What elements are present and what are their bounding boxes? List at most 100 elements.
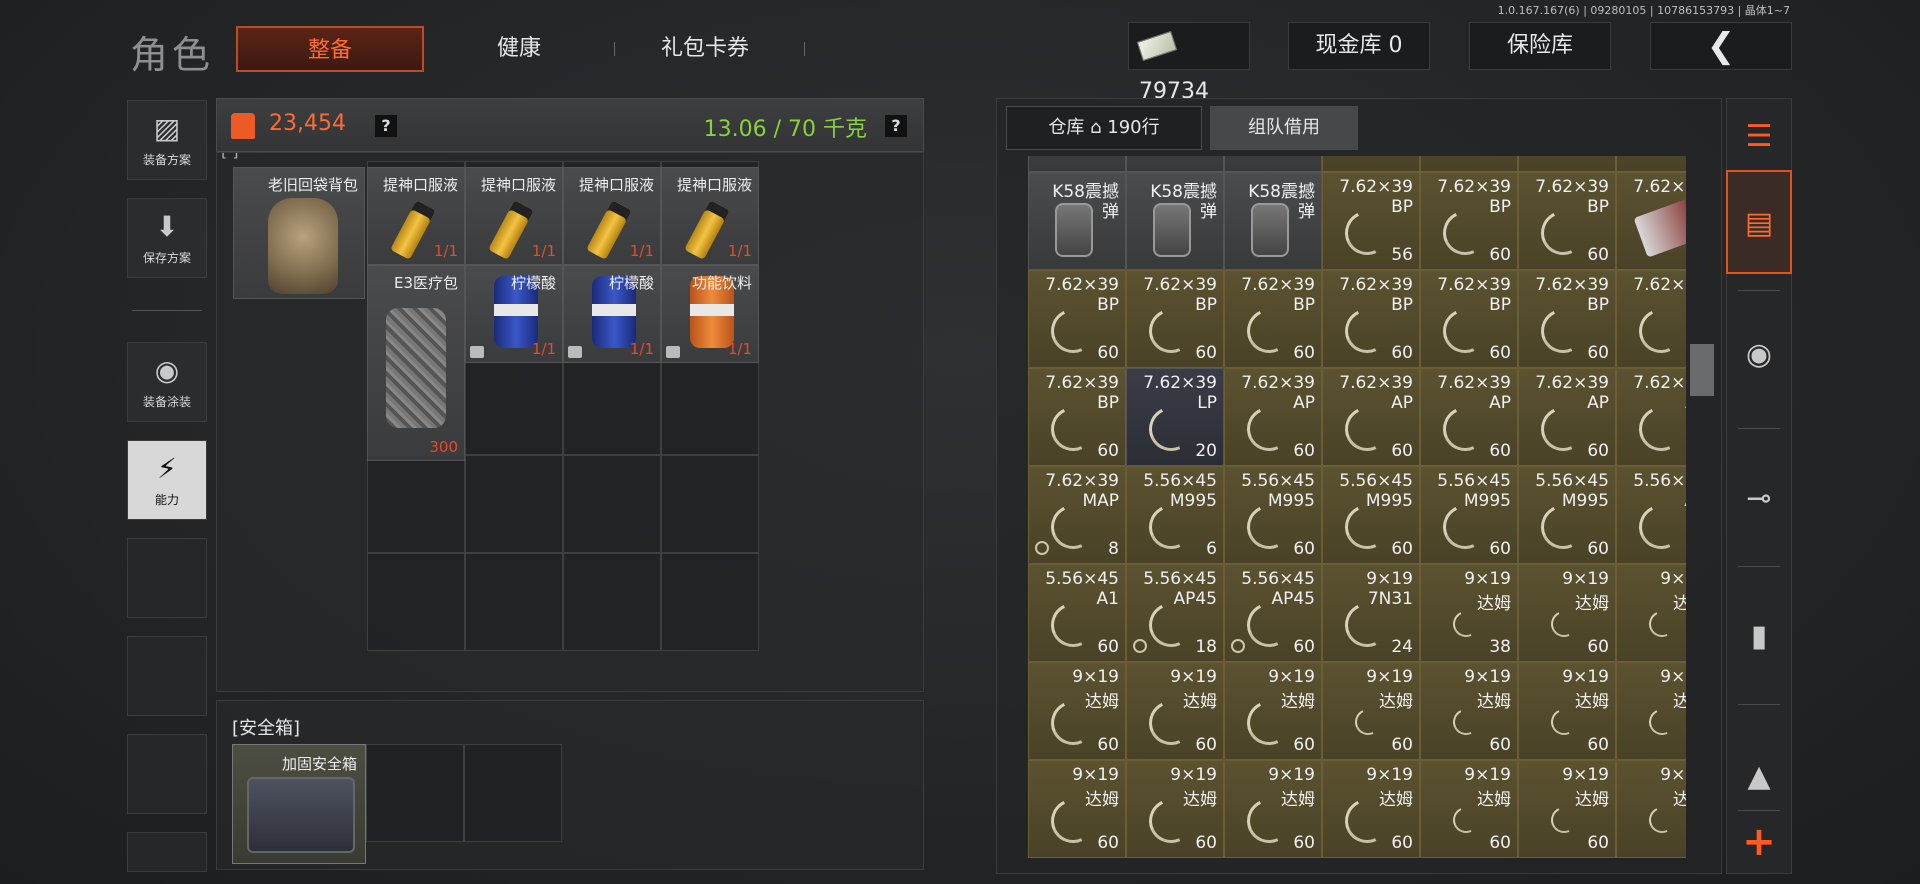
warehouse-item[interactable]: 5.56×45 AP45 60 [1224,564,1322,662]
inventory-item[interactable]: 柠檬酸 1/1 [563,265,661,363]
inventory-item[interactable]: 柠檬酸 1/1 [465,265,563,363]
save-plan-button[interactable]: ⬇ 保存方案 [127,198,207,278]
warehouse-scrollbar[interactable] [1690,344,1714,396]
loadout-plan-button[interactable]: ▨ 装备方案 [127,100,207,180]
vial-image [488,200,534,260]
warehouse-item[interactable]: 9×19 达姆 60 [1518,760,1616,858]
inventory-item[interactable]: 功能饮料 1/1 [661,265,759,363]
inventory-item[interactable]: 提神口服液 1/1 [367,167,465,265]
warehouse-item[interactable]: 5.56×45 M995 60 [1224,466,1322,564]
warehouse-item[interactable]: 9×19 达姆 38 [1420,564,1518,662]
warehouse-item[interactable]: 5.56×45A1 32 [1616,466,1686,564]
warehouse-item[interactable]: K58震撼弹 [1224,172,1322,270]
item-count: 60 [1587,735,1609,755]
warehouse-item[interactable]: 9×19 达姆 60 [1028,662,1126,760]
item-variant: 达姆 [1183,692,1217,712]
warehouse-item[interactable]: 7.62×39AP 60 [1224,368,1322,466]
warehouse-item[interactable]: 9×19 达姆 60 [1616,564,1686,662]
warehouse-item[interactable]: 5.56×45 M995 6 [1126,466,1224,564]
warehouse-item[interactable]: K58震撼弹 [1028,172,1126,270]
item-variant: 达姆 [1379,790,1413,810]
item-count: 60 [1489,539,1511,559]
warehouse-item[interactable]: 7.62×39 60 [1616,172,1686,270]
ability-button[interactable]: ⚡ 能力 [127,440,207,520]
warehouse-item[interactable]: 9×19 达姆 60 [1126,760,1224,858]
special-tag-icon [1231,639,1245,653]
warehouse-item[interactable]: 9×19 达姆 60 [1420,760,1518,858]
item-variant: BP [1685,295,1686,315]
grenade-image [1055,203,1093,257]
warehouse-item[interactable]: 5.56×45 M995 60 [1518,466,1616,564]
warehouse-item[interactable]: 9×19 达姆 60 [1518,662,1616,760]
inventory-item[interactable]: 提神口服液 1/1 [563,167,661,265]
warehouse-item[interactable]: 9×19 达姆 60 [1224,760,1322,858]
item-variant: AP [1587,393,1609,413]
value-help-button[interactable]: ? [375,115,397,137]
item-count: 1/1 [727,340,752,358]
warehouse-item[interactable]: 7.62×39BP 60 [1028,270,1126,368]
weight-help-button[interactable]: ? [885,115,907,137]
tab-equip[interactable]: 整备 [236,26,424,72]
warehouse-item[interactable]: 7.62×39AP 60 [1518,368,1616,466]
warehouse-item[interactable]: 5.56×45 AP45 18 [1126,564,1224,662]
inventory-item[interactable]: E3医疗包 300 [367,265,465,461]
item-count: 60 [1489,245,1511,265]
warehouse-item[interactable]: 7.62×39BP 60 [1518,270,1616,368]
item-variant: BP [1097,295,1119,315]
warehouse-item[interactable]: 9×19 达姆 60 [1322,662,1420,760]
tab-gift-vouchers[interactable]: 礼包卡券 [630,26,780,72]
warehouse-item[interactable]: 9×19 达姆 60 [1616,662,1686,760]
warehouse-item[interactable]: 7.62×39 LP 20 [1126,368,1224,466]
back-button[interactable]: ❮ [1650,22,1792,70]
warehouse-item[interactable]: 7.62×39BP 60 [1420,270,1518,368]
warehouse-item[interactable]: 5.56×45 M995 60 [1322,466,1420,564]
rail-ammo-button[interactable]: ▲ [1726,740,1792,814]
warehouse-item[interactable]: 7.62×39BP 60 [1028,368,1126,466]
warehouse-item[interactable]: 7.62×39BP 60 [1322,270,1420,368]
safe-vault-button[interactable]: 保险库 [1469,22,1611,70]
warehouse-item[interactable]: 7.62×39 MAP 8 [1028,466,1126,564]
warehouse-item[interactable]: 9×19 达姆 60 [1616,760,1686,858]
warehouse-item[interactable]: 9×19 达姆 60 [1420,662,1518,760]
warehouse-item[interactable]: 7.62×39AP 60 [1616,368,1686,466]
backpack-item[interactable]: 老旧回袋背包 [233,167,365,299]
warehouse-item[interactable]: 7.62×39BP 60 [1616,270,1686,368]
warehouse-item[interactable]: 9×19 达姆 60 [1224,662,1322,760]
warehouse-item[interactable]: 7.62×39 BP 56 [1322,172,1420,270]
tab-health[interactable]: 健康 [452,26,586,72]
equipment-skin-button[interactable]: ◉ 装备涂装 [127,342,207,422]
add-button[interactable]: + [1726,810,1792,874]
warehouse-item[interactable]: 7.62×39BP 60 [1420,172,1518,270]
rail-armor-button[interactable]: ◉ [1726,318,1792,392]
helmet-icon: ◉ [1745,337,1773,372]
rail-all-items-button[interactable]: ▤ [1726,170,1792,274]
warehouse-item[interactable]: 7.62×39AP 60 [1420,368,1518,466]
warehouse-item[interactable]: 9×19 达姆 60 [1126,662,1224,760]
warehouse-item[interactable]: 5.56×45 M995 60 [1420,466,1518,564]
warehouse-item[interactable]: 7.62×39BP 60 [1126,270,1224,368]
warehouse-item[interactable]: 9×19 达姆 60 [1518,564,1616,662]
warehouse-item[interactable]: 9×19 达姆 60 [1028,760,1126,858]
storage-label: 仓库 [1048,117,1085,138]
rifle-icon: ⊸ [1746,481,1772,516]
warehouse-item[interactable]: 9×19 达姆 60 [1322,760,1420,858]
tab-team-borrow[interactable]: 组队借用 [1210,106,1358,150]
warehouse-item[interactable]: 7.62×39AP 60 [1322,368,1420,466]
inventory-item[interactable]: 提神口服液 1/1 [465,167,563,265]
backpack-header: 23,454 ? 13.06 / 70 千克 ? [216,98,924,152]
warehouse-item[interactable]: 7.62×39BP 60 [1224,270,1322,368]
rail-weapon-button[interactable]: ⊸ [1726,462,1792,536]
item-caliber: 7.62×39 [1437,177,1511,197]
item-variant: AP [1293,393,1315,413]
rail-magazine-button[interactable]: ▮ [1726,600,1792,674]
tab-storage[interactable]: 仓库 ⌂ 190行 [1006,106,1202,150]
item-caliber: 7.62×39 [1535,373,1609,393]
warehouse-item[interactable]: K58震撼弹 [1126,172,1224,270]
cash-vault-button[interactable]: 现金库 0 [1288,22,1430,70]
rail-layers-refresh-button[interactable]: ☰ [1726,100,1792,174]
secure-case-item[interactable]: 加固安全箱 [232,744,366,864]
warehouse-item[interactable]: 7.62×39BP 60 [1518,172,1616,270]
warehouse-item[interactable]: 9×19 7N31 24 [1322,564,1420,662]
warehouse-item[interactable]: 5.56×45 A1 60 [1028,564,1126,662]
inventory-item[interactable]: 提神口服液 1/1 [661,167,759,265]
